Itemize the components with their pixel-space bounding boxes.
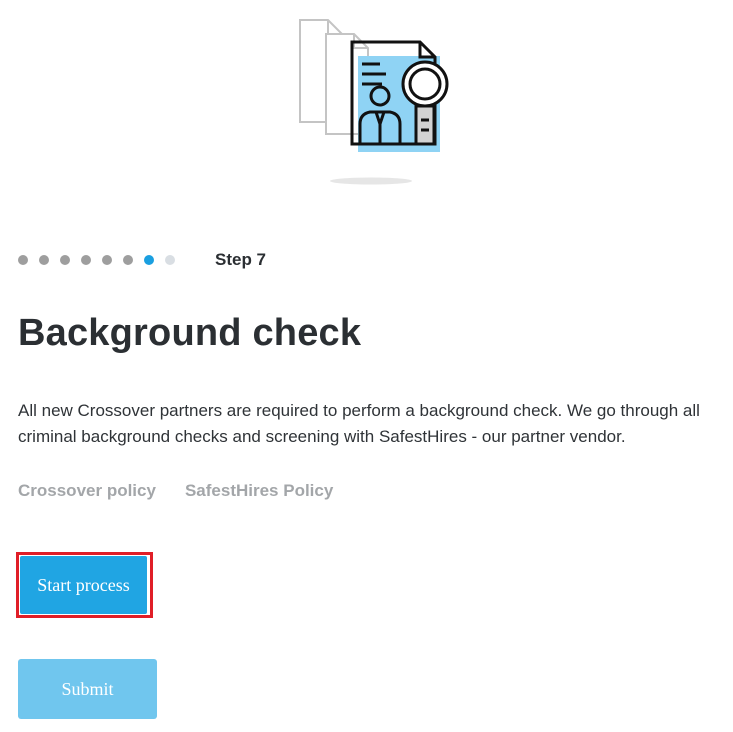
safesthires-policy-link[interactable]: SafestHires Policy xyxy=(185,481,333,501)
step-dot-active xyxy=(144,255,154,265)
start-process-button[interactable]: Start process xyxy=(20,556,147,614)
step-dot xyxy=(60,255,70,265)
step-dot xyxy=(102,255,112,265)
background-check-document-magnifier-icon xyxy=(299,19,449,185)
background-check-illustration xyxy=(290,12,460,192)
submit-button[interactable]: Submit xyxy=(18,659,157,719)
step-dots xyxy=(18,255,175,265)
crossover-policy-link[interactable]: Crossover policy xyxy=(18,481,156,501)
step-progress-indicator: Step 7 xyxy=(18,249,266,271)
step-dot xyxy=(165,255,175,265)
step-dot xyxy=(39,255,49,265)
page-description: All new Crossover partners are required … xyxy=(18,401,700,446)
step-dot xyxy=(81,255,91,265)
step-label: Step 7 xyxy=(215,250,267,269)
step-dot xyxy=(18,255,28,265)
page-title: Background check xyxy=(18,312,362,354)
policy-links: Crossover policy SafestHires Policy xyxy=(18,481,333,501)
step-dot xyxy=(123,255,133,265)
